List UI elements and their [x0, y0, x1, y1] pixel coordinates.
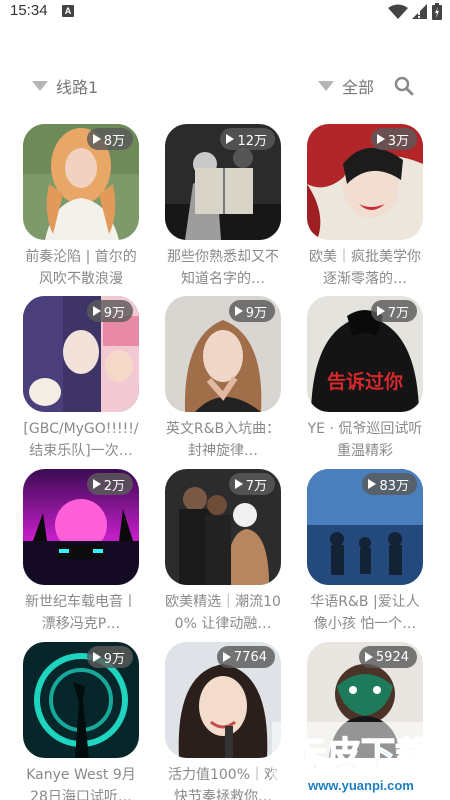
playlist-cover: 告诉过你 7万	[307, 296, 423, 412]
playlist-card[interactable]: 2万 新世纪车载电音丨漂移冯克P…	[23, 469, 139, 635]
play-icon	[92, 652, 101, 662]
signal-icon	[412, 3, 427, 19]
play-icon	[234, 306, 243, 316]
play-count: 5924	[375, 649, 409, 665]
playlist-cover: 9万	[23, 642, 139, 758]
play-count: 2万	[103, 478, 125, 494]
play-count-badge: 5924	[358, 646, 417, 668]
playlist-title: 欧美｜疯批美学你逐渐零落的…	[309, 249, 421, 287]
play-count-badge: 83万	[362, 473, 417, 495]
play-count: 9万	[245, 305, 267, 321]
search-icon[interactable]	[394, 76, 414, 96]
play-count-badge: 9万	[86, 300, 133, 322]
play-icon	[92, 479, 101, 489]
play-count-badge: 7764	[216, 646, 275, 668]
play-count: 83万	[379, 478, 409, 494]
play-icon	[92, 306, 101, 316]
play-icon	[226, 134, 235, 144]
play-count: 7万	[245, 478, 267, 494]
notification-a-icon: A	[62, 5, 74, 17]
playlist-card[interactable]: 83万 华语R&B |爱让人像小孩 怕一个…	[307, 469, 423, 635]
playlist-cover: 8万	[23, 124, 139, 240]
play-count: 12万	[237, 133, 267, 149]
wifi-icon	[388, 4, 408, 19]
yuanpi-watermark: 元皮下载 www.yuanpi.com	[272, 722, 450, 800]
playlist-title: 欧美精选｜潮流100% 让律动融…	[165, 594, 281, 632]
dropdown-triangle-icon	[32, 81, 48, 91]
battery-icon	[432, 3, 442, 20]
dropdown-triangle-icon	[318, 81, 334, 91]
play-icon	[364, 652, 373, 662]
play-count: 3万	[387, 133, 409, 149]
play-count-badge: 7万	[228, 473, 275, 495]
play-count: 9万	[103, 305, 125, 321]
play-count-badge: 2万	[86, 473, 133, 495]
play-count-badge: 8万	[86, 128, 133, 150]
playlist-title: Kanye West 9月28日海口试听…	[26, 767, 136, 800]
playlist-title: 那些你熟悉却又不知道名字的…	[167, 249, 279, 287]
playlist-cover: 7764	[165, 642, 281, 758]
play-icon	[222, 652, 231, 662]
playlist-title: [GBC/MyGO!!!!!/结束乐队]一次…	[23, 421, 139, 459]
playlist-card[interactable]: 3万 欧美｜疯批美学你逐渐零落的…	[307, 124, 423, 290]
status-time: 15:34	[10, 2, 48, 19]
watermark-url: www.yuanpi.com	[307, 778, 414, 793]
playlist-cover: 7万	[165, 469, 281, 585]
play-icon	[376, 134, 385, 144]
category-dropdown[interactable]: 全部	[318, 74, 374, 98]
playlist-cover: 9万	[165, 296, 281, 412]
route-label: 线路1	[56, 78, 99, 97]
playlist-cover: 2万	[23, 469, 139, 585]
category-label: 全部	[342, 78, 375, 97]
play-count-badge: 9万	[86, 646, 133, 668]
playlist-card[interactable]: 12万 那些你熟悉却又不知道名字的…	[165, 124, 281, 290]
playlist-title: 新世纪车载电音丨漂移冯克P…	[25, 594, 137, 632]
play-count: 7764	[233, 649, 267, 665]
playlist-card[interactable]: 7764 活力值100%｜欢快节奏拯救你…	[165, 642, 281, 800]
playlist-card[interactable]: 9万 Kanye West 9月28日海口试听…	[23, 642, 139, 800]
playlist-cover: 83万	[307, 469, 423, 585]
play-count: 9万	[103, 651, 125, 667]
play-count-badge: 7万	[370, 300, 417, 322]
playlist-title: 华语R&B |爱让人像小孩 怕一个…	[310, 594, 420, 632]
playlist-cover: 12万	[165, 124, 281, 240]
play-count: 7万	[387, 305, 409, 321]
play-icon	[234, 479, 243, 489]
playlist-title: 活力值100%｜欢快节奏拯救你…	[167, 767, 279, 800]
route-dropdown[interactable]: 线路1	[32, 74, 98, 98]
status-bar: 15:34 A	[0, 0, 450, 24]
play-icon	[92, 134, 101, 144]
filter-bar: 线路1 全部	[0, 70, 450, 104]
play-count-badge: 12万	[220, 128, 275, 150]
play-icon	[368, 479, 377, 489]
playlist-card[interactable]: 告诉过你 7万 YE · 侃爷巡回试听 重温精彩	[307, 296, 423, 462]
play-count-badge: 9万	[228, 300, 275, 322]
cover-text: 告诉过你	[327, 370, 403, 393]
playlist-title: 英文R&B入坑曲：封神旋律…	[165, 421, 281, 459]
status-icons	[388, 3, 442, 20]
playlist-card[interactable]: 9万 英文R&B入坑曲：封神旋律…	[165, 296, 281, 462]
play-icon	[376, 306, 385, 316]
playlist-cover: 3万	[307, 124, 423, 240]
playlist-card[interactable]: 7万 欧美精选｜潮流100% 让律动融…	[165, 469, 281, 635]
watermark-brand: 元皮下载	[293, 735, 429, 775]
play-count-badge: 3万	[370, 128, 417, 150]
playlist-card[interactable]: 9万 [GBC/MyGO!!!!!/结束乐队]一次…	[23, 296, 139, 462]
playlist-card[interactable]: 8万 前奏沦陷 | 首尔的风吹不散浪漫	[23, 124, 139, 290]
play-count: 8万	[103, 133, 125, 149]
playlist-title: YE · 侃爷巡回试听 重温精彩	[307, 421, 423, 459]
playlist-title: 前奏沦陷 | 首尔的风吹不散浪漫	[25, 249, 137, 287]
playlist-cover: 9万	[23, 296, 139, 412]
